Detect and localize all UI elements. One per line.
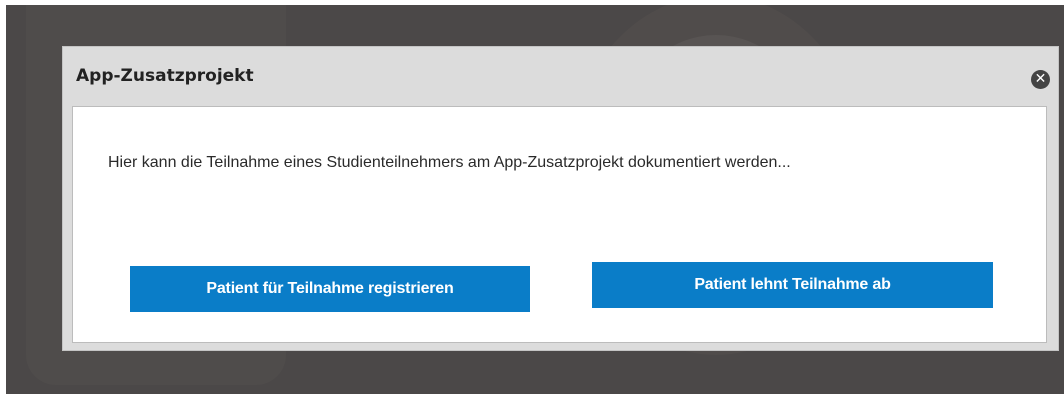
dialog-title: App-Zusatzprojekt [76,66,254,86]
dialog-titlebar: App-Zusatzprojekt ✕ [63,47,1058,106]
app-zusatzprojekt-dialog: App-Zusatzprojekt ✕ Hier kann die Teilna… [62,46,1059,351]
register-patient-button[interactable]: Patient für Teilnahme registrieren [130,266,530,312]
dialog-message: Hier kann die Teilnahme eines Studientei… [108,154,791,171]
close-icon[interactable]: ✕ [1031,70,1050,89]
dialog-content: Hier kann die Teilnahme eines Studientei… [72,106,1047,343]
decline-participation-button[interactable]: Patient lehnt Teilnahme ab [592,262,993,308]
modal-overlay: App-Zusatzprojekt ✕ Hier kann die Teilna… [6,5,1064,394]
